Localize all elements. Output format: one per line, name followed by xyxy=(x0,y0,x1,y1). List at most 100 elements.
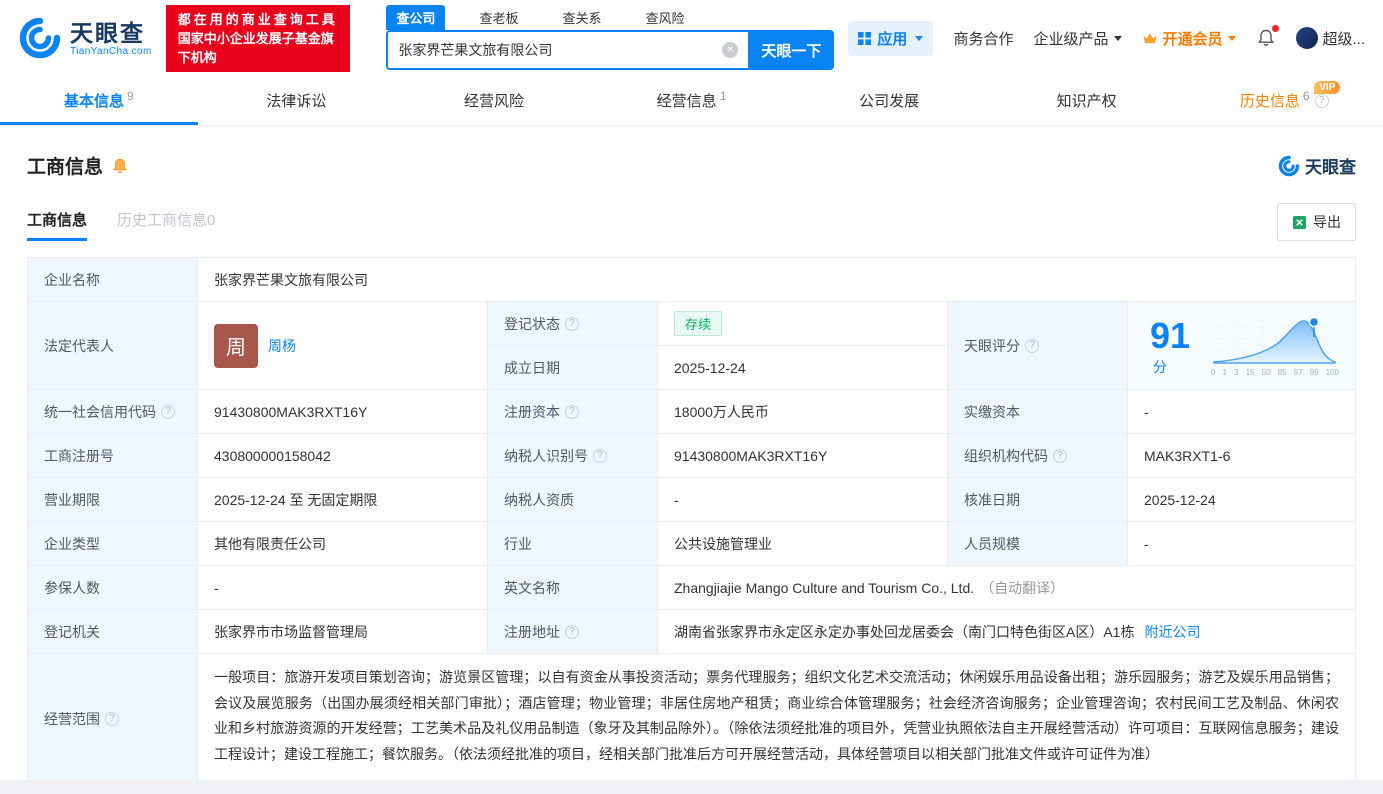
nearby-companies-link[interactable]: 附近公司 xyxy=(1144,622,1200,642)
field-label-text: 注册资本 xyxy=(504,403,560,420)
tab-count: 1 xyxy=(719,88,727,103)
score-curve-chart xyxy=(1211,314,1339,364)
business-term-value: 2025-12-24 至 无固定期限 xyxy=(198,478,488,521)
field-label-text: 纳税人识别号 xyxy=(504,447,588,464)
auto-translate-note: （自动翻译） xyxy=(980,579,1065,596)
tab-business-info[interactable]: 经营信息 1 xyxy=(593,76,791,125)
establish-date-label: 成立日期 xyxy=(488,346,658,389)
field-label-text: 人员规模 xyxy=(964,535,1020,552)
field-label-text: 营业期限 xyxy=(44,491,100,508)
menu-open-vip[interactable]: 开通会员 xyxy=(1142,28,1237,49)
help-icon[interactable] xyxy=(1053,448,1067,463)
search-button[interactable]: 天眼一下 xyxy=(748,30,835,70)
tick: 15 xyxy=(1245,367,1255,377)
help-icon[interactable] xyxy=(593,448,607,463)
menu-business-cooperation[interactable]: 商务合作 xyxy=(953,28,1013,49)
tab-legal-litigation[interactable]: 法律诉讼 xyxy=(198,76,396,125)
taxpayer-id-value: 91430800MAK3RXT16Y xyxy=(658,434,948,477)
tab-basic-info[interactable]: 基本信息 9 xyxy=(0,76,198,125)
taxpayer-quality-value: - xyxy=(658,478,948,521)
help-icon[interactable] xyxy=(565,404,579,419)
field-label-text: 成立日期 xyxy=(504,359,560,376)
search-tab-company[interactable]: 查公司 xyxy=(386,5,446,30)
reg-status-value: 存续 xyxy=(658,302,948,345)
brand-domain: TianYanCha.com xyxy=(70,45,152,57)
promo-line1: 都在用的商业查询工具 xyxy=(177,11,338,27)
score-unit-text: 分 xyxy=(1153,358,1167,375)
tick: 99 xyxy=(1309,367,1319,377)
score-num-text: 91 xyxy=(1150,314,1191,356)
menu-enterprise-products[interactable]: 企业级产品 xyxy=(1033,28,1123,49)
table-row: 参保人数 - 英文名称 Zhangjiajie Mango Culture an… xyxy=(28,566,1355,610)
crown-icon xyxy=(1142,32,1158,45)
legal-rep-link[interactable]: 周杨 xyxy=(268,336,296,356)
status-badge: 存续 xyxy=(674,311,723,336)
tick: 97 xyxy=(1293,367,1303,377)
menu-super-vip[interactable]: 超级... xyxy=(1296,27,1365,49)
tab-company-development[interactable]: 公司发展 xyxy=(790,76,988,125)
field-label-text: 登记机关 xyxy=(44,623,100,640)
brand-name: 天眼查 xyxy=(70,19,145,46)
tab-label: 公司发展 xyxy=(859,93,920,110)
section-header: 工商信息 天眼查 xyxy=(27,152,1356,179)
vip-badge: VIP xyxy=(1314,81,1341,94)
insured-count-value: - xyxy=(198,566,488,609)
tick: 0 xyxy=(1211,367,1216,377)
english-name-label: 英文名称 xyxy=(488,566,658,609)
tab-history-info[interactable]: 历史信息 6 VIP xyxy=(1185,76,1383,125)
search-row: × 天眼一下 xyxy=(386,30,835,70)
org-code-value: MAK3RXT1-6 xyxy=(1144,447,1231,464)
help-icon[interactable] xyxy=(105,712,119,726)
help-icon[interactable] xyxy=(1025,338,1039,353)
tick: 85 xyxy=(1277,367,1287,377)
search-tab-relation[interactable]: 查关系 xyxy=(552,5,611,30)
subtab-business-registration[interactable]: 工商信息 xyxy=(27,209,88,241)
clear-search-icon[interactable]: × xyxy=(722,42,739,58)
help-icon[interactable] xyxy=(1314,93,1329,108)
company-name-label: 企业名称 xyxy=(28,258,198,301)
apps-label: 应用 xyxy=(877,30,908,48)
help-icon[interactable] xyxy=(565,624,579,639)
field-label-text: 实缴资本 xyxy=(964,403,1020,420)
reg-address-label: 注册地址 xyxy=(488,610,658,653)
tab-label: 知识产权 xyxy=(1056,93,1117,110)
field-label-text: 注册地址 xyxy=(504,623,560,640)
search-tab-risk[interactable]: 查风险 xyxy=(635,5,694,30)
top-menu: 应用 商务合作 企业级产品 开通会员 超级... xyxy=(848,20,1365,56)
help-icon[interactable] xyxy=(565,316,579,331)
logo-text: 天眼查 TianYanCha.com xyxy=(70,20,152,57)
legal-rep-avatar[interactable]: 周 xyxy=(214,323,258,368)
field-label-text: 天眼评分 xyxy=(964,337,1020,354)
subscribe-bell-icon[interactable] xyxy=(111,157,129,175)
export-button[interactable]: 导出 xyxy=(1277,203,1356,241)
export-label: 导出 xyxy=(1313,214,1341,230)
tab-intellectual-property[interactable]: 知识产权 xyxy=(988,76,1186,125)
tab-label: 法律诉讼 xyxy=(266,93,327,110)
chevron-down-icon xyxy=(915,35,924,41)
score-number: 91 分 xyxy=(1150,315,1195,377)
subtab-history-business-registration[interactable]: 历史工商信息0 xyxy=(117,209,215,241)
tab-business-risk[interactable]: 经营风险 xyxy=(395,76,593,125)
promo-line2: 国家中小企业发展子基金旗下机构 xyxy=(177,30,334,65)
apps-grid-icon xyxy=(858,31,872,45)
table-row: 法定代表人 周 周杨 登记状态 存续 xyxy=(28,302,1355,390)
search-block: 查公司 查老板 查关系 查风险 × 天眼一下 xyxy=(386,5,835,70)
help-icon[interactable] xyxy=(161,404,175,419)
table-row: 经营范围 一般项目：旅游开发项目策划咨询；游览景区管理；以自有资金从事投资活动；… xyxy=(28,654,1355,780)
apps-menu[interactable]: 应用 xyxy=(848,20,934,56)
table-row: 企业类型 其他有限责任公司 行业 公共设施管理业 人员规模 - xyxy=(28,522,1355,566)
notifications-bell[interactable] xyxy=(1256,25,1280,48)
search-input[interactable] xyxy=(398,42,723,58)
top-header: 天眼查 TianYanCha.com 都在用的商业查询工具 国家中小企业发展子基… xyxy=(0,0,1383,76)
reg-capital-value: 18000万人民币 xyxy=(658,390,948,433)
tick: 100 xyxy=(1325,367,1339,377)
search-tabs: 查公司 查老板 查关系 查风险 xyxy=(386,5,834,30)
tianyancha-logo[interactable]: 天眼查 TianYanCha.com xyxy=(18,16,152,60)
search-tab-boss[interactable]: 查老板 xyxy=(469,5,528,30)
legal-rep-label: 法定代表人 xyxy=(28,302,198,389)
table-subrow: 登记状态 存续 xyxy=(488,302,948,346)
tab-label: 历史信息 xyxy=(1239,93,1300,110)
promo-banner: 都在用的商业查询工具 国家中小企业发展子基金旗下机构 xyxy=(165,4,351,72)
excel-icon xyxy=(1292,215,1307,230)
field-label-text: 组织机构代码 xyxy=(964,447,1048,464)
